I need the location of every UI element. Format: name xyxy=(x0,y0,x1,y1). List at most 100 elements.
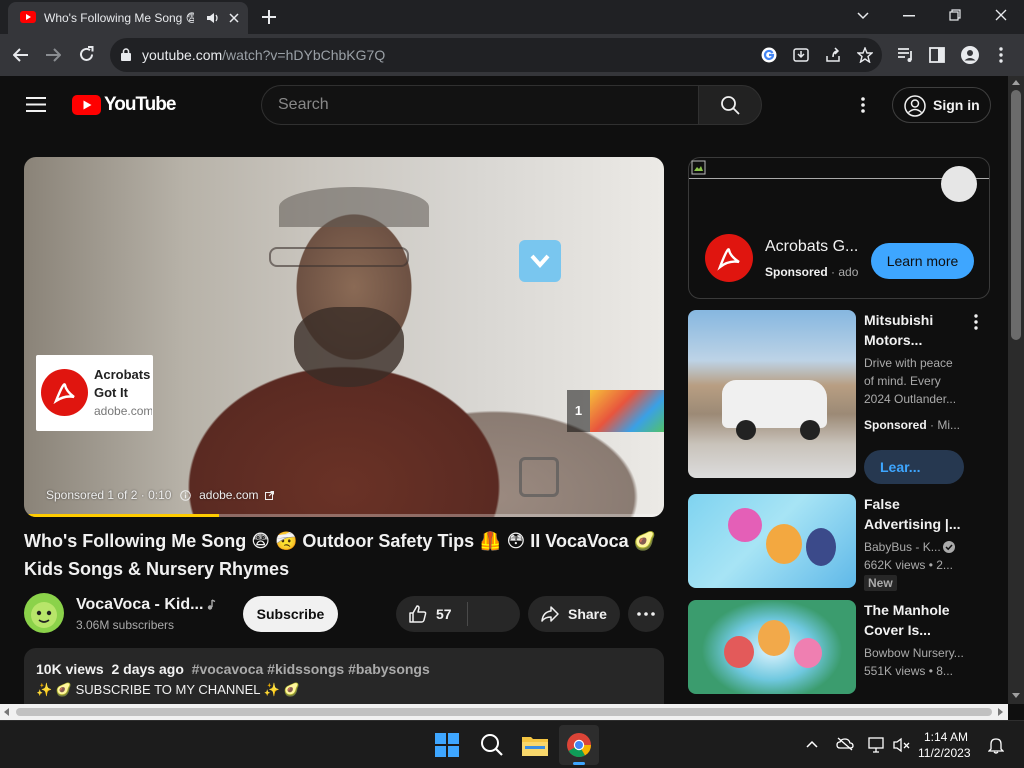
active-app-indicator xyxy=(573,762,585,765)
notification-bell-icon[interactable] xyxy=(988,736,1004,754)
forward-arrow-icon[interactable] xyxy=(45,47,61,63)
system-clock[interactable]: 1:14 AM 11/2/2023 xyxy=(918,729,971,761)
ad-link[interactable]: adobe.com xyxy=(199,488,258,502)
adobe-acrobat-logo-icon xyxy=(41,369,88,416)
audio-playing-icon[interactable] xyxy=(206,12,220,24)
info-icon[interactable] xyxy=(179,490,191,501)
sidebar-video-item[interactable]: False Advertising |... BabyBus - K... 66… xyxy=(688,494,990,591)
lock-icon[interactable] xyxy=(121,48,131,61)
like-thumb-icon[interactable] xyxy=(408,604,428,624)
video-thumbnail[interactable] xyxy=(688,494,856,588)
file-explorer-icon[interactable] xyxy=(522,734,548,756)
horizontal-scroll-thumb[interactable] xyxy=(16,708,992,716)
description-box[interactable]: 10K views 2 days ago #vocavoca #kidssong… xyxy=(24,648,664,704)
network-icon[interactable] xyxy=(868,737,886,753)
close-window-icon[interactable] xyxy=(995,9,1007,21)
address-bar[interactable]: youtube.com/watch?v=hDYbChbKG7Q xyxy=(110,38,882,72)
rec-channel[interactable]: BabyBus - K... xyxy=(864,538,941,556)
video-frame-detail xyxy=(519,457,559,497)
search-placeholder: Search xyxy=(278,96,329,113)
share-arrow-icon xyxy=(540,604,560,624)
clock-date: 11/2/2023 xyxy=(918,746,971,760)
like-count[interactable]: 57 xyxy=(436,606,452,622)
ad-card[interactable]: Acrobats Got It adobe.com xyxy=(36,355,153,431)
adobe-acrobat-logo-icon xyxy=(705,234,753,282)
sign-in-button[interactable]: Sign in xyxy=(892,87,991,123)
channel-name[interactable]: VocaVoca - Kid... xyxy=(76,596,203,614)
sponsored-label: Sponsored xyxy=(864,418,927,432)
tray-chevron-icon[interactable] xyxy=(806,740,818,748)
companion-ad-domain: · ado xyxy=(831,265,859,279)
profile-icon[interactable] xyxy=(961,46,979,64)
search-icon[interactable] xyxy=(480,733,504,757)
onedrive-icon[interactable] xyxy=(836,737,854,751)
windows-start-icon[interactable] xyxy=(435,733,459,757)
side-panel-icon[interactable] xyxy=(929,47,945,63)
sidebar-video-item[interactable]: The Manhole Cover Is... Bowbow Nursery..… xyxy=(688,600,990,696)
back-arrow-icon[interactable] xyxy=(13,47,29,63)
hashtags[interactable]: #vocavoca #kidssongs #babysongs xyxy=(192,661,430,677)
rec-title[interactable]: False Advertising |... xyxy=(864,494,964,534)
volume-muted-icon[interactable] xyxy=(893,737,911,753)
restore-window-icon[interactable] xyxy=(949,9,961,21)
vertical-scroll-thumb[interactable] xyxy=(1011,90,1021,340)
companion-ad[interactable]: Acrobats G... Sponsored · ado Learn more xyxy=(688,157,990,299)
bookmark-star-icon[interactable] xyxy=(857,47,873,63)
learn-more-button[interactable]: Lear... xyxy=(864,450,964,484)
new-badge: New xyxy=(864,575,897,591)
like-dislike-bar: 57 xyxy=(396,596,520,632)
upload-age: 2 days ago xyxy=(111,661,184,677)
chrome-menu-icon[interactable] xyxy=(999,47,1003,63)
video-player[interactable]: Acrobats Got It adobe.com 1 Sponsored 1 … xyxy=(24,157,664,517)
ad-queue-preview[interactable]: 1 xyxy=(567,390,664,432)
clock-time: 1:14 AM xyxy=(923,730,968,744)
scroll-down-arrow-icon[interactable] xyxy=(1012,693,1020,698)
close-tab-icon[interactable] xyxy=(228,12,240,24)
view-count: 10K views xyxy=(36,661,104,677)
vertical-scrollbar[interactable] xyxy=(1008,76,1024,704)
scroll-up-arrow-icon[interactable] xyxy=(1012,80,1020,85)
cartoon-character xyxy=(758,620,790,656)
sponsored-thumbnail[interactable] xyxy=(688,310,856,478)
external-link-icon xyxy=(264,491,274,500)
url-text[interactable]: youtube.com/watch?v=hDYbChbKG7Q xyxy=(142,47,385,63)
sidebar-sponsored-item[interactable]: Mitsubishi Motors... Drive with peace of… xyxy=(688,310,990,484)
media-controls-icon[interactable] xyxy=(897,47,915,63)
new-tab-icon[interactable] xyxy=(262,10,276,24)
tab-search-chevron-icon[interactable] xyxy=(857,10,869,20)
rec-title[interactable]: The Manhole Cover Is... xyxy=(864,600,964,640)
install-app-icon[interactable] xyxy=(793,47,809,63)
video-thumbnail[interactable] xyxy=(688,600,856,694)
share-page-icon[interactable] xyxy=(825,47,841,63)
companion-ad-title[interactable]: Acrobats G... xyxy=(765,238,860,256)
masthead: YouTube Search Sign in xyxy=(0,76,1008,132)
ad-progress-bar[interactable] xyxy=(24,514,664,517)
search-input[interactable]: Search xyxy=(261,85,699,125)
browser-tab[interactable]: Who's Following Me Song 😨 xyxy=(8,2,248,34)
chrome-taskbar-button[interactable] xyxy=(559,725,599,765)
channel-avatar[interactable] xyxy=(24,593,64,633)
google-lens-icon[interactable] xyxy=(761,47,777,63)
rec-channel[interactable]: Bowbow Nursery... xyxy=(864,644,964,662)
share-button[interactable]: Share xyxy=(528,596,620,632)
settings-more-icon[interactable] xyxy=(861,97,865,113)
minimize-window-icon[interactable] xyxy=(903,15,915,17)
more-horizontal-icon xyxy=(637,612,655,616)
companion-ad-close-button[interactable] xyxy=(941,166,977,202)
scroll-right-arrow-icon[interactable] xyxy=(998,708,1003,716)
scroll-left-arrow-icon[interactable] xyxy=(4,708,9,716)
video-title: Who's Following Me Song 😨 🤕 Outdoor Safe… xyxy=(24,531,657,579)
guide-menu-icon[interactable] xyxy=(26,97,46,112)
rec-domain: · Mi... xyxy=(930,418,961,432)
youtube-logo[interactable]: YouTube xyxy=(72,94,176,116)
horizontal-scrollbar[interactable] xyxy=(0,704,1008,720)
dislike-button[interactable] xyxy=(482,604,504,624)
search-button[interactable] xyxy=(698,85,762,125)
more-vertical-icon[interactable] xyxy=(974,314,978,330)
learn-more-button[interactable]: Learn more xyxy=(871,243,974,279)
verified-check-icon xyxy=(943,541,955,553)
more-actions-button[interactable] xyxy=(628,596,664,632)
reload-icon[interactable] xyxy=(78,46,95,63)
subscribe-button[interactable]: Subscribe xyxy=(243,596,338,632)
rec-title[interactable]: Mitsubishi Motors... xyxy=(864,310,960,350)
